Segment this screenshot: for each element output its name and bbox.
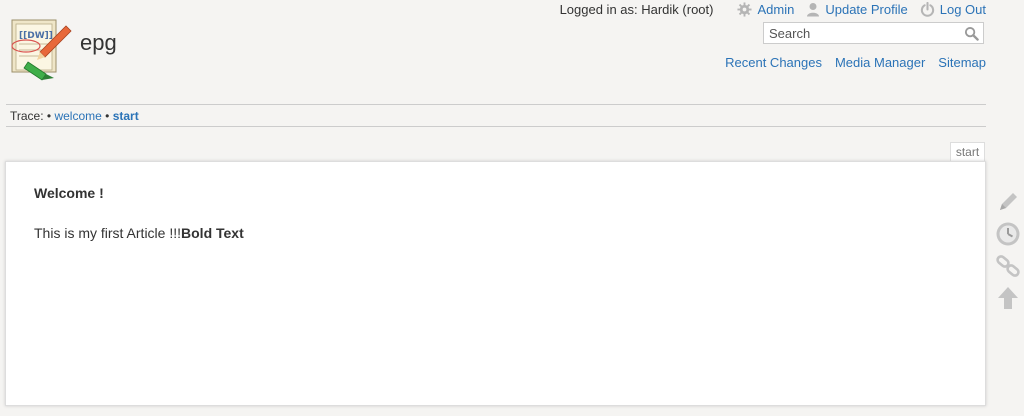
paragraph-bold-text: Bold Text	[181, 225, 244, 241]
breadcrumb-separator: •	[46, 109, 52, 123]
search-icon[interactable]	[964, 26, 979, 41]
breadcrumb-separator: •	[105, 109, 110, 123]
logout-label: Log Out	[939, 1, 986, 17]
admin-link[interactable]: Admin	[737, 2, 794, 17]
search-input[interactable]	[764, 23, 959, 43]
user-icon	[807, 2, 820, 16]
recent-changes-link[interactable]: Recent Changes	[725, 55, 822, 70]
back-to-top-button[interactable]	[994, 282, 1022, 314]
power-icon	[920, 1, 934, 17]
page-id: start	[950, 142, 985, 161]
logout-link[interactable]: Log Out	[920, 1, 986, 17]
breadcrumb-start[interactable]: start	[113, 109, 139, 123]
page-heading: Welcome !	[34, 185, 104, 201]
paragraph-text: This is my first Article !!!	[34, 225, 182, 241]
site-tools: Recent Changes Media Manager Sitemap	[712, 55, 986, 70]
gear-icon	[737, 1, 753, 17]
old-revisions-button[interactable]	[994, 218, 1022, 250]
dokuwiki-logo[interactable]: [[DW]]	[6, 14, 74, 84]
site-title[interactable]: epg	[80, 30, 117, 56]
clock-icon	[996, 222, 1020, 246]
breadcrumb-label: Trace:	[10, 109, 44, 123]
page-tools	[994, 186, 1022, 314]
search-form	[763, 22, 984, 44]
breadcrumb: Trace: • welcome • start	[10, 109, 139, 123]
admin-label: Admin	[757, 1, 795, 17]
logged-in-text: Logged in as: Hardik (root)	[559, 1, 714, 17]
arrow-up-icon	[998, 287, 1018, 309]
breadcrumb-welcome[interactable]: welcome	[54, 109, 101, 123]
update-profile-link[interactable]: Update Profile	[806, 1, 908, 17]
user-tools: Logged in as: Hardik (root) Admin Update…	[560, 0, 986, 18]
media-manager-link[interactable]: Media Manager	[835, 55, 925, 70]
update-profile-label: Update Profile	[825, 1, 908, 17]
sitemap-link[interactable]: Sitemap	[938, 55, 986, 70]
edit-icon	[1000, 193, 1017, 210]
edit-page-button[interactable]	[994, 186, 1022, 218]
header-divider	[6, 104, 986, 105]
link-icon	[996, 255, 1020, 277]
page-content: Welcome ! This is my first Article !!!Bo…	[5, 161, 986, 406]
backlinks-button[interactable]	[994, 250, 1022, 282]
page-paragraph: This is my first Article !!!Bold Text	[34, 225, 244, 241]
breadcrumb-divider	[6, 126, 986, 127]
